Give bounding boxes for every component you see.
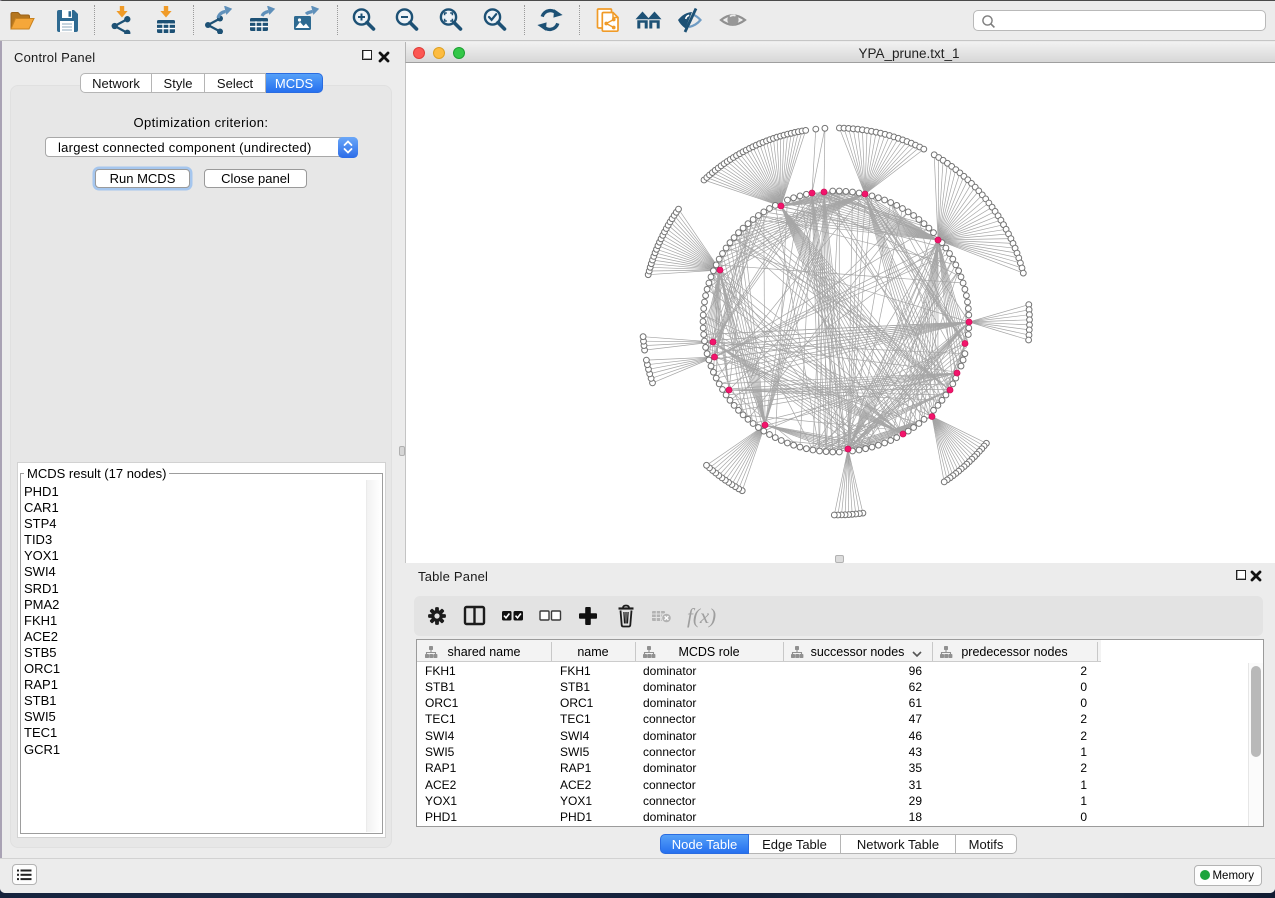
svg-text:f(x): f(x) [687,604,716,628]
